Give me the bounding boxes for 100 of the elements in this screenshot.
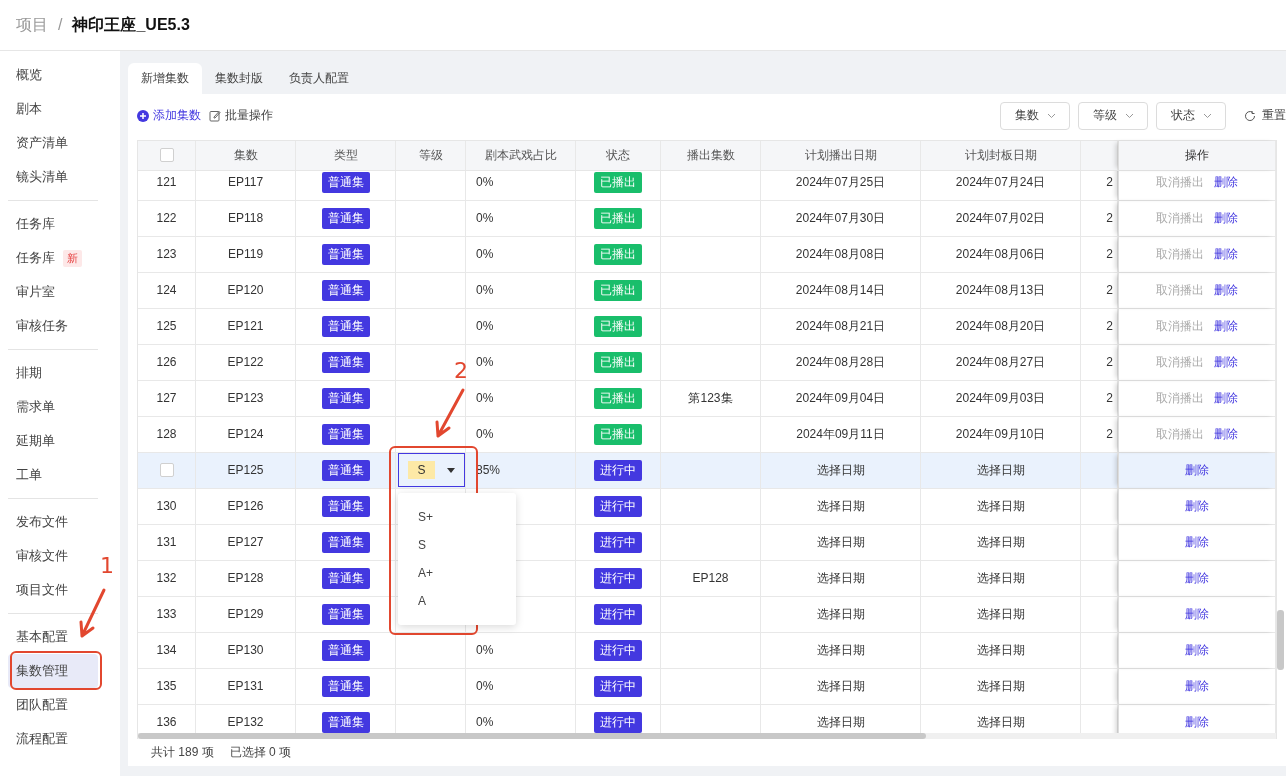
table-cell: 选择日期	[976, 533, 1025, 551]
table-cell: 2024年08月28日	[795, 353, 886, 371]
tab[interactable]: 负责人配置	[276, 63, 362, 94]
menu-option[interactable]: A+	[398, 558, 516, 587]
sidebar-item[interactable]: 剧本	[8, 92, 98, 126]
menu-option[interactable]: A	[398, 586, 516, 615]
grade-value: S	[408, 461, 435, 480]
sidebar-item[interactable]: 延期单	[8, 424, 98, 458]
new-badge: 新	[63, 249, 82, 267]
status-tag: 已播出	[594, 171, 642, 193]
sidebar-item[interactable]: 概览	[8, 58, 98, 92]
delete-link[interactable]: 删除	[1185, 713, 1209, 731]
sidebar-item[interactable]: 需求单	[8, 390, 98, 424]
grade-select[interactable]: S	[398, 453, 465, 488]
row-number: 121	[156, 175, 177, 190]
table-cell: 选择日期	[816, 497, 865, 515]
table-cell: 0%	[476, 319, 494, 334]
filter-dropdown[interactable]: 等级	[1078, 101, 1148, 130]
selected-count: 已选择 0 项	[229, 743, 292, 761]
sidebar-item[interactable]: 任务库	[8, 207, 98, 241]
horizontal-scrollbar[interactable]	[138, 732, 1276, 739]
table-cell: 0%	[476, 715, 494, 730]
sidebar-item[interactable]: 工单	[8, 458, 98, 492]
table-cell: 选择日期	[816, 605, 865, 623]
sidebar-item[interactable]: 集数管理	[8, 654, 98, 688]
status-tag: 进行中	[594, 531, 642, 553]
table-cell: 选择日期	[976, 461, 1025, 479]
row-number: 128	[156, 427, 177, 442]
table-cell: 选择日期	[816, 533, 865, 551]
delete-link[interactable]: 删除	[1214, 209, 1238, 227]
delete-link[interactable]: 删除	[1214, 353, 1238, 371]
chevron-down-icon	[1124, 112, 1134, 119]
status-tag: 进行中	[594, 459, 642, 481]
checkbox[interactable]	[159, 463, 174, 478]
type-tag: 普通集	[321, 207, 370, 229]
table-cell: EP122	[227, 355, 264, 370]
caret-down-icon	[446, 467, 455, 473]
menu-option[interactable]: S+	[398, 502, 516, 531]
row-number: 135	[156, 679, 177, 694]
delete-link[interactable]: 删除	[1185, 497, 1209, 515]
batch-button[interactable]: 批量操作	[209, 107, 273, 125]
sidebar-item[interactable]: 发布文件	[8, 505, 98, 539]
table-cell: EP120	[227, 283, 264, 298]
table-cell: 2	[1106, 283, 1113, 298]
table-cell: 2024年07月24日	[955, 173, 1046, 191]
sidebar-item[interactable]: 项目文件	[8, 573, 98, 607]
delete-link[interactable]: 删除	[1185, 605, 1209, 623]
sidebar-item[interactable]: 审片室	[8, 275, 98, 309]
table-cell: 第123集	[688, 389, 733, 407]
column-header: 剧本武戏占比	[466, 140, 576, 170]
sidebar-item[interactable]: 排期	[8, 356, 98, 390]
sidebar-item[interactable]: 任务库 新	[8, 241, 98, 275]
table-cell: 选择日期	[976, 497, 1025, 515]
table-cell: 2024年09月03日	[955, 389, 1046, 407]
delete-link[interactable]: 删除	[1185, 461, 1209, 479]
sidebar-item[interactable]: 团队配置	[8, 688, 98, 722]
delete-link[interactable]: 删除	[1214, 425, 1238, 443]
sidebar-item[interactable]: 流程配置	[8, 722, 98, 756]
reset-button[interactable]: 重置	[1244, 107, 1286, 125]
checkbox[interactable]	[159, 148, 174, 163]
sidebar-item[interactable]: 基本配置	[8, 620, 98, 654]
delete-link[interactable]: 删除	[1185, 533, 1209, 551]
table-cell: 2024年07月02日	[955, 209, 1046, 227]
delete-link[interactable]: 删除	[1214, 245, 1238, 263]
sidebar-item[interactable]: 资产清单	[8, 126, 98, 160]
vertical-scrollbar[interactable]	[1277, 610, 1284, 670]
table-cell: 选择日期	[976, 605, 1025, 623]
table-cell: 0%	[476, 175, 494, 190]
row-number: 127	[156, 391, 177, 406]
filter-dropdown[interactable]: 状态	[1156, 101, 1226, 130]
delete-link[interactable]: 删除	[1214, 389, 1238, 407]
type-tag: 普通集	[321, 603, 370, 625]
tab[interactable]: 新增集数	[128, 63, 202, 94]
table-cell: 0%	[476, 391, 494, 406]
delete-link[interactable]: 删除	[1185, 677, 1209, 695]
type-tag: 普通集	[321, 279, 370, 301]
table-cell: 0%	[476, 247, 494, 262]
sidebar-item[interactable]: 审核任务	[8, 309, 98, 343]
delete-link[interactable]: 删除	[1214, 173, 1238, 191]
add-episode-button[interactable]: 添加集数	[137, 107, 201, 125]
sidebar-item[interactable]: 审核文件	[8, 539, 98, 573]
table-cell: EP128	[227, 571, 264, 586]
table-cell: 选择日期	[976, 641, 1025, 659]
table-cell: 2	[1106, 211, 1113, 226]
status-tag: 进行中	[594, 639, 642, 661]
tab[interactable]: 集数封版	[202, 63, 276, 94]
delete-link[interactable]: 删除	[1214, 317, 1238, 335]
delete-link[interactable]: 删除	[1185, 641, 1209, 659]
sidebar-item[interactable]: 镜头清单	[8, 160, 98, 194]
table-cell: EP132	[227, 715, 264, 730]
table-cell: 2	[1106, 427, 1113, 442]
delete-link[interactable]: 删除	[1214, 281, 1238, 299]
annotation-number: 2	[454, 358, 468, 383]
chevron-down-icon	[1046, 112, 1056, 119]
column-header: 计划封板日期	[921, 140, 1081, 170]
delete-link[interactable]: 删除	[1185, 569, 1209, 587]
filter-dropdown[interactable]: 集数	[1000, 101, 1070, 130]
table-cell: EP126	[227, 499, 264, 514]
type-tag: 普通集	[321, 531, 370, 553]
menu-option[interactable]: S	[398, 530, 516, 559]
